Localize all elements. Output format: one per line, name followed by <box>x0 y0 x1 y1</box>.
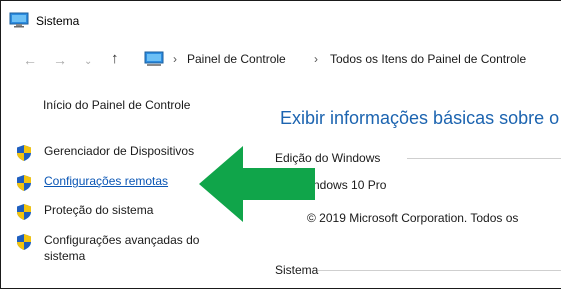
sidebar-item-label-continued: sistema <box>44 249 86 263</box>
sidebar-item-label: Proteção do sistema <box>44 203 154 217</box>
shield-icon <box>17 175 31 191</box>
copyright-text: © 2019 Microsoft Corporation. Todos os <box>307 211 519 225</box>
back-arrow-icon[interactable]: ← <box>23 53 37 67</box>
green-arrow-icon <box>199 146 315 222</box>
sidebar-item-label: Configurações remotas <box>44 174 169 188</box>
breadcrumb-painel-de-controle[interactable]: Painel de Controle <box>187 52 286 66</box>
recent-locations-chevron-icon[interactable]: ⌄ <box>84 55 92 69</box>
page-title: Exibir informações básicas sobre o <box>280 108 560 128</box>
section-divider <box>318 270 561 271</box>
shield-icon <box>17 204 31 220</box>
control-panel-icon <box>144 51 164 66</box>
sidebar-item-label: Configurações avançadas do <box>44 233 200 247</box>
sidebar-home-link[interactable]: Início do Painel de Controle <box>43 98 190 112</box>
title-bar: Sistema <box>1 1 561 41</box>
sidebar-item-label: Gerenciador de Dispositivos <box>44 144 195 158</box>
breadcrumb-separator: › <box>173 52 177 66</box>
section-divider <box>407 158 561 159</box>
up-arrow-icon[interactable]: ↑ <box>111 51 119 66</box>
system-heading: Sistema <box>275 263 319 277</box>
forward-arrow-icon[interactable]: → <box>53 53 67 67</box>
breadcrumb-separator: › <box>314 52 318 66</box>
shield-icon <box>17 145 31 161</box>
breadcrumb-todos-os-itens[interactable]: Todos os Itens do Painel de Controle <box>330 52 526 66</box>
window-title: Sistema <box>36 14 80 28</box>
shield-icon <box>17 234 31 250</box>
windows-edition-value: ndows 10 Pro <box>313 178 387 192</box>
system-monitor-icon <box>9 12 29 28</box>
system-window: Sistema ← → ⌄ ↑ › Painel de Controle › T… <box>0 0 561 289</box>
